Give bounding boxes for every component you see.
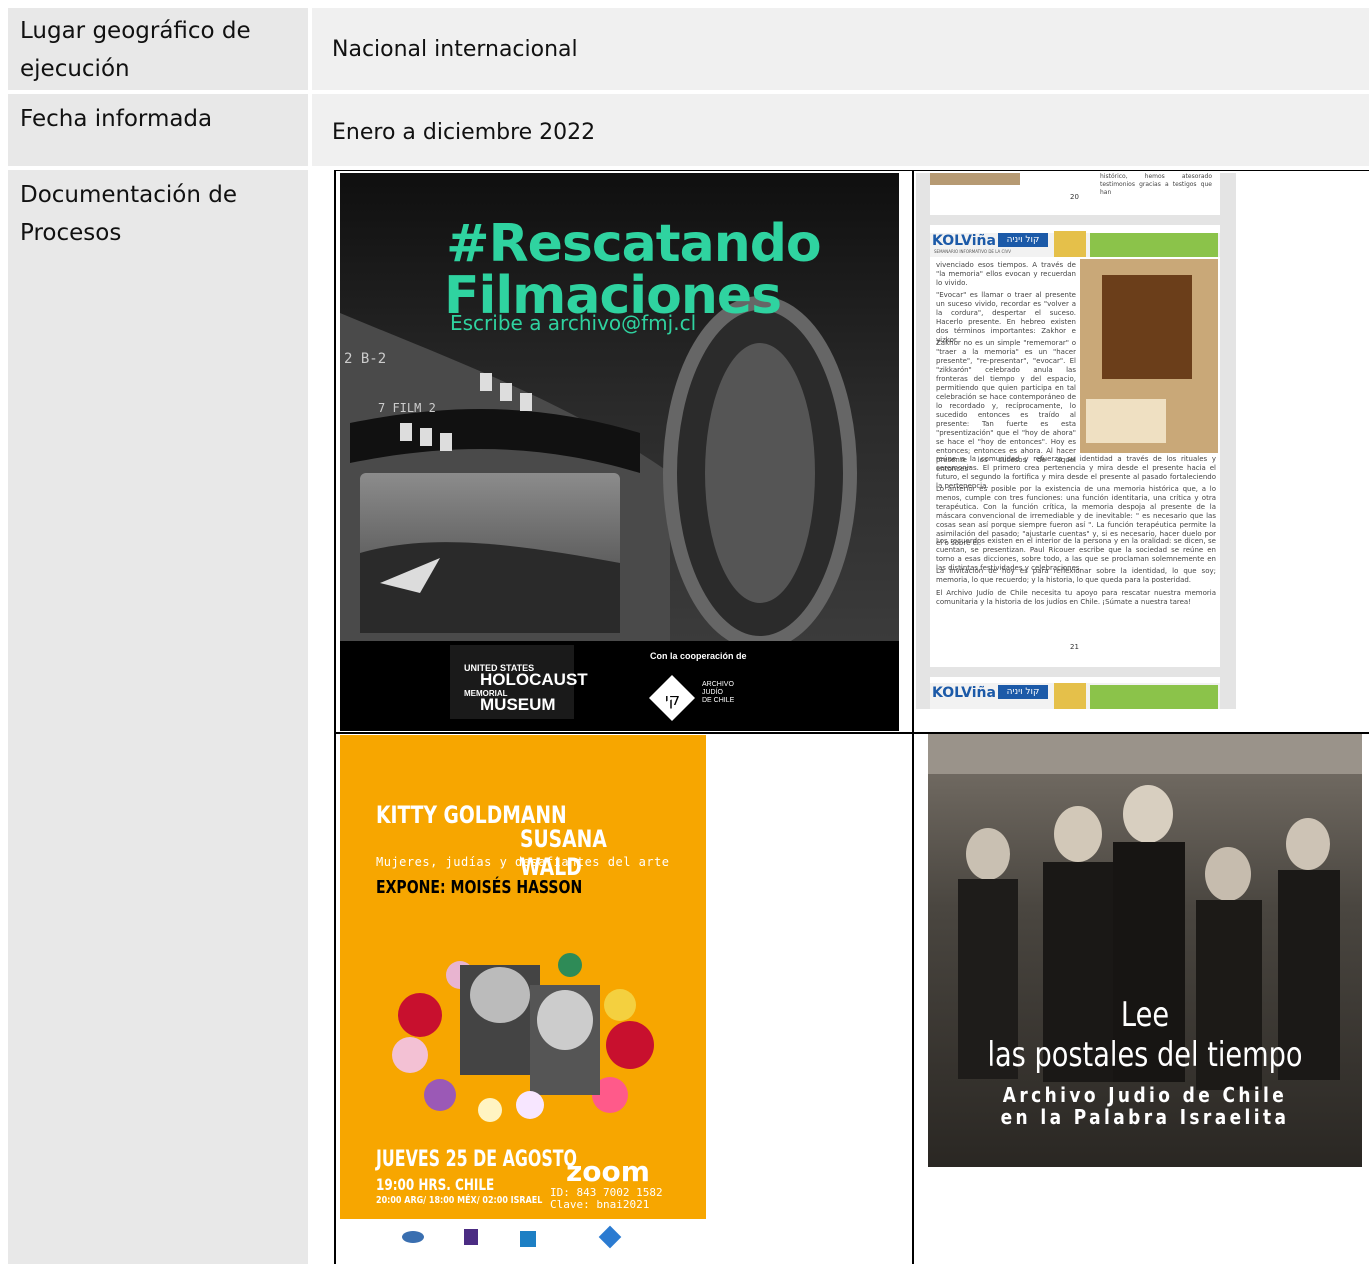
svg-text:קי: קי: [665, 690, 680, 709]
label-cell-fecha: Fecha informada: [8, 94, 308, 166]
label-cell-lugar: Lugar geográfico de ejecución: [8, 8, 308, 90]
poster-expone: EXPONE: MOISÉS HASSON: [376, 877, 583, 898]
rescatando-title-1: #Rescatando: [446, 214, 822, 274]
zoom-logo-icon: zoom: [566, 1155, 650, 1188]
kolvina-para8: El Archivo Judío de Chile necesita tu ap…: [936, 589, 1216, 606]
label-cell-documentacion: Documentación de Procesos: [8, 170, 308, 1264]
archivo-text: ARCHIVO JUDÍO DE CHILE: [702, 681, 734, 705]
kolvina-para3: Zakhor no es un simple "rememorar" o "tr…: [936, 339, 1076, 473]
kolvina-para7: La invitación de hoy es para reflexionar…: [936, 567, 1216, 584]
rescatando-footer: UNITED STATES HOLOCAUST MEMORIAL MUSEUM …: [340, 641, 899, 731]
kolvina-brand: KOLViña: [932, 233, 996, 249]
kolvina-page-22: KOLViña קול ויניה: [930, 677, 1220, 709]
postales-line1: Lee: [1120, 995, 1170, 1035]
poster-name-susana: SUSANA WALD: [520, 825, 607, 881]
label-lugar: Lugar geográfico de ejecución: [20, 18, 251, 82]
museum-logo: UNITED STATES HOLOCAUST MEMORIAL MUSEUM: [450, 645, 588, 719]
film-label-2: 7 FILM 2: [378, 401, 436, 415]
flowers-collage-illustration: [392, 953, 654, 1122]
kolvina-header-2: KOLViña קול ויניה: [930, 683, 1220, 709]
value-cell-fecha: Enero a diciembre 2022: [312, 94, 1369, 166]
postales-del-tiempo-image: Lee las postales del tiempo Archivo Judi…: [928, 734, 1362, 1167]
kolvina-subtitle: SEMANARIO INFORMATIVO DE LA CIVV: [934, 249, 1011, 254]
archivo-line1: ARCHIVO: [702, 681, 734, 688]
kolvina-pages-image: histórico, hemos atesorado testimonios g…: [916, 173, 1236, 709]
sponsor-logo-1-icon: [402, 1231, 424, 1243]
label-fecha: Fecha informada: [20, 106, 213, 132]
zoom-key: Clave: bnai2021: [550, 1198, 650, 1211]
poster-date: JUEVES 25 DE AGOSTO: [376, 1147, 578, 1172]
kolvina-star-emblem-2: [1054, 683, 1086, 709]
kolvina-header: KOLViña קול ויניה SEMANARIO INFORMATIVO …: [930, 231, 1220, 257]
grid-line-middle: [912, 170, 914, 1264]
postales-line3: Archivo Judio de Chile: [1002, 1083, 1288, 1107]
archivo-line3: DE CHILE: [702, 697, 735, 704]
kolvina-hebrew: קול ויניה: [998, 233, 1048, 247]
manuscript-light: [1086, 399, 1166, 443]
sponsor-logo-3-icon: [520, 1231, 536, 1247]
kolvina-para2: "Evocar" es llamar o traer al presente u…: [936, 291, 1076, 344]
museum-line2: HOLOCAUST: [480, 670, 588, 689]
page20-image: [930, 173, 1020, 185]
value-cell-lugar: Nacional internacional: [312, 8, 1369, 90]
kolvina-icon-strip-2: [1090, 685, 1218, 709]
sponsor-logo-4-icon: [598, 1225, 622, 1249]
page-number-20: 20: [1070, 193, 1079, 201]
poster-subtitle: Mujeres, judías y desafiantes del arte: [376, 855, 670, 869]
manuscript-dark: [1102, 275, 1192, 379]
poster-sponsors-strip: [340, 1219, 706, 1264]
poster-time: 19:00 HRS. CHILE: [376, 1175, 495, 1194]
rescatando-email: Escribe a archivo@fmj.cl: [450, 311, 697, 335]
kolvina-icon-strip: [1090, 233, 1218, 257]
kolvina-page-20: histórico, hemos atesorado testimonios g…: [930, 173, 1220, 215]
kolvina-star-emblem: [1054, 231, 1086, 257]
archivo-judio-logo-icon: קי: [649, 675, 695, 721]
kolvina-brand-2: KOLViña: [932, 685, 996, 701]
kolvina-manuscript-image: [1080, 259, 1218, 453]
kolvina-page-21: KOLViña קול ויניה SEMANARIO INFORMATIVO …: [930, 225, 1220, 667]
grid-line-top: [336, 170, 1369, 171]
zoom-details: ID: 843 7002 1582 Clave: bnai2021: [550, 1187, 663, 1211]
cooperation-text: Con la cooperación de: [650, 651, 747, 661]
museum-line4: MUSEUM: [480, 695, 556, 714]
rescatando-filmaciones-image: #Rescatando Filmaciones Escribe a archiv…: [340, 173, 899, 731]
kolvina-para1: vivenciado esos tiempos. A través de "la…: [936, 261, 1076, 287]
page-number-21: 21: [1070, 643, 1079, 651]
film-label-1: 2 B-2: [344, 351, 387, 367]
postales-line2: las postales del tiempo: [987, 1035, 1303, 1075]
archivo-line2: JUDÍO: [702, 689, 723, 696]
label-documentacion: Documentación de Procesos: [20, 182, 237, 246]
kitty-goldmann-poster: KITTY GOLDMANN SUSANA WALD Mujeres, judí…: [340, 735, 706, 1264]
grid-line-left: [334, 170, 336, 1264]
sponsor-logo-2-icon: [464, 1229, 478, 1245]
value-fecha: Enero a diciembre 2022: [332, 120, 596, 145]
postales-line4: en la Palabra Israelita: [1000, 1105, 1290, 1129]
value-lugar: Nacional internacional: [332, 37, 578, 62]
kolvina-hebrew-2: קול ויניה: [998, 685, 1048, 699]
poster-times-other: 20:00 ARG/ 18:00 MÉX/ 02:00 ISRAEL: [376, 1195, 543, 1206]
page20-text: histórico, hemos atesorado testimonios g…: [1100, 173, 1212, 196]
